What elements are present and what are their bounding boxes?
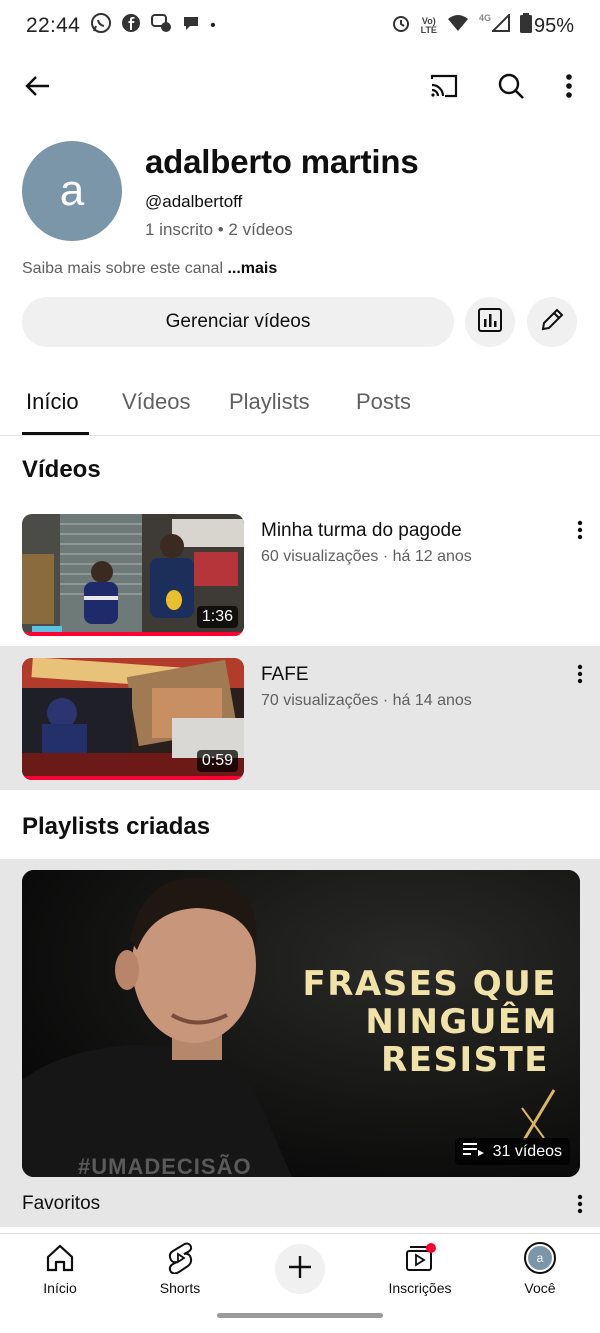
channel-tabs: Início Vídeos Playlists Posts — [0, 372, 600, 436]
cast-icon[interactable] — [422, 64, 466, 108]
alarm-icon — [391, 13, 411, 39]
analytics-button[interactable] — [465, 297, 515, 347]
pencil-icon — [539, 307, 565, 338]
more-vert-icon[interactable] — [547, 64, 591, 108]
nav-label: Início — [43, 1280, 77, 1296]
thumb-shirt-text: #UMADECISÃO — [78, 1154, 252, 1177]
thumb-headline-line: NINGUÊM — [365, 1002, 558, 1042]
avatar-icon: a — [490, 1240, 590, 1276]
whatsapp-icon — [90, 12, 112, 40]
playlist-count: 31 vídeos — [492, 1142, 562, 1160]
watch-progress-bar — [22, 632, 244, 636]
video-duration: 1:36 — [196, 606, 238, 628]
signal-icon — [490, 12, 510, 38]
nav-subscriptions[interactable]: Inscrições — [370, 1240, 470, 1296]
active-tab-indicator — [22, 432, 89, 435]
search-icon[interactable] — [489, 64, 533, 108]
tab-videos[interactable]: Vídeos — [122, 389, 191, 415]
back-arrow-icon[interactable] — [16, 64, 60, 108]
video-more-icon[interactable] — [570, 516, 590, 544]
tab-playlists[interactable]: Playlists — [229, 389, 310, 415]
network-type: 4G — [478, 13, 491, 23]
manage-videos-button[interactable]: Gerenciar vídeos — [22, 297, 454, 347]
channel-stats: 1 inscrito • 2 vídeos — [145, 220, 293, 239]
playlists-section-title: Playlists criadas — [22, 813, 211, 840]
video-meta: 60 visualizações · há 12 anos — [261, 548, 472, 565]
nav-you[interactable]: a Você — [490, 1240, 590, 1296]
nav-label: Você — [524, 1280, 556, 1296]
shorts-icon — [130, 1240, 230, 1276]
video-thumbnail[interactable]: 1:36 — [22, 514, 244, 636]
channel-avatar[interactable]: a — [22, 141, 122, 241]
home-icon — [10, 1240, 110, 1276]
status-bar: 22:44 • Vo) LTE 4G 95% — [0, 0, 600, 52]
video-more-icon[interactable] — [570, 660, 590, 688]
playlist-title[interactable]: Favoritos — [22, 1193, 100, 1215]
video-thumbnail[interactable]: 0:59 — [22, 658, 244, 780]
video-row[interactable]: 1:36 Minha turma do pagode 60 visualizaç… — [0, 502, 600, 646]
thumb-headline-line: FRASES QUE — [302, 964, 557, 1004]
volte-indicator: Vo) LTE — [420, 16, 437, 35]
playlist-more-icon[interactable] — [570, 1190, 590, 1218]
more-link[interactable]: ...mais — [223, 260, 277, 277]
status-time: 22:44 — [26, 14, 81, 37]
analytics-icon — [477, 307, 503, 338]
wifi-icon — [447, 14, 469, 38]
playlist-thumbnail[interactable]: FRASES QUE NINGUÊM RESISTE #UMADECISÃO 3… — [22, 870, 580, 1177]
playlist-icon — [462, 1142, 485, 1161]
thumb-headline-line: RESISTE — [381, 1040, 549, 1080]
tab-inicio[interactable]: Início — [26, 389, 79, 415]
nav-label: Shorts — [159, 1280, 201, 1296]
battery-level: 95% — [533, 14, 574, 37]
channel-name: adalberto martins — [145, 143, 419, 180]
create-button[interactable] — [275, 1244, 325, 1294]
edit-channel-button[interactable] — [527, 297, 577, 347]
nav-home[interactable]: Início — [10, 1240, 110, 1296]
video-meta: 70 visualizações · há 14 anos — [261, 692, 472, 709]
video-row[interactable]: 0:59 FAFE 70 visualizações · há 14 anos — [0, 646, 600, 790]
channel-handle: @adalbertoff — [145, 192, 243, 211]
bottom-navigation: Início Shorts Inscrições a Você — [0, 1233, 600, 1303]
add-icon — [287, 1254, 313, 1285]
tab-posts[interactable]: Posts — [356, 389, 411, 415]
video-duration: 0:59 — [196, 750, 238, 772]
nav-avatar-letter: a — [528, 1246, 552, 1270]
nav-shorts[interactable]: Shorts — [130, 1240, 230, 1296]
videos-section-title: Vídeos — [22, 456, 101, 483]
playlist-count-badge: 31 vídeos — [454, 1138, 570, 1165]
channel-about-link[interactable]: Saiba mais sobre este canal ...mais — [22, 260, 277, 278]
home-indicator[interactable] — [217, 1313, 383, 1318]
top-app-bar — [0, 58, 600, 114]
battery-icon — [519, 13, 532, 39]
status-dot: • — [210, 17, 216, 34]
video-title[interactable]: FAFE — [261, 664, 309, 686]
playlist-card[interactable]: FRASES QUE NINGUÊM RESISTE #UMADECISÃO 3… — [0, 859, 600, 1227]
video-title[interactable]: Minha turma do pagode — [261, 520, 462, 542]
watch-progress-bar — [22, 776, 244, 780]
sword-logo-icon — [521, 1089, 556, 1141]
subscriptions-icon — [370, 1240, 470, 1276]
facebook-icon — [121, 13, 141, 39]
channel-about-text: Saiba mais sobre este canal — [22, 260, 223, 277]
nav-label: Inscrições — [388, 1280, 452, 1296]
chat-icon — [181, 13, 201, 39]
messenger-icon — [150, 12, 172, 40]
